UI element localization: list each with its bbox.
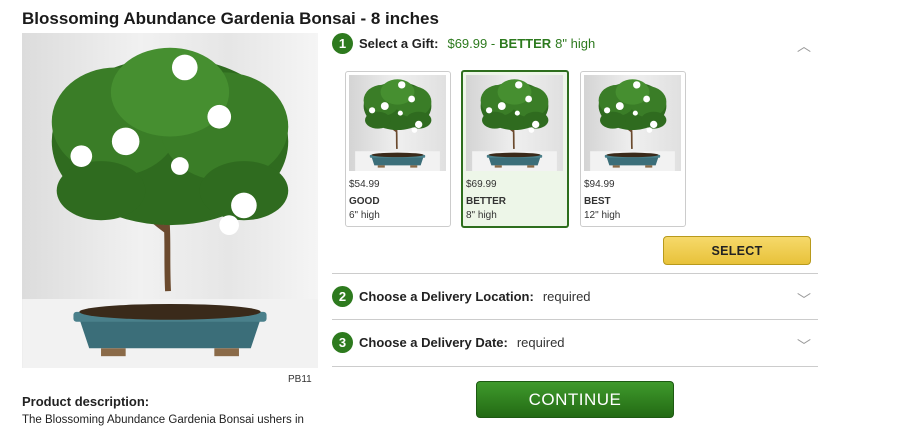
divider xyxy=(332,273,818,274)
step-status: required xyxy=(516,335,565,350)
step-number-badge: 1 xyxy=(332,33,353,54)
divider xyxy=(332,319,818,320)
step-label: Select a Gift: xyxy=(359,36,439,51)
option-price: $54.99 xyxy=(349,179,380,190)
chevron-down-icon[interactable]: ﹀ xyxy=(797,336,811,356)
option-price: $94.99 xyxy=(584,179,615,190)
description-heading: Product description: xyxy=(22,394,150,409)
option-tier: BETTER xyxy=(466,196,506,207)
divider xyxy=(332,366,818,367)
select-button[interactable]: SELECT xyxy=(663,236,811,265)
step-delivery-date-header[interactable]: 3 Choose a Delivery Date: required xyxy=(332,332,565,353)
gift-option-best[interactable]: $94.99 BEST 12" high xyxy=(580,71,686,227)
step-select-gift-header[interactable]: 1 Select a Gift: $69.99 - BETTER 8" high xyxy=(332,33,595,54)
step-number-badge: 2 xyxy=(332,286,353,307)
description-text: The Blossoming Abundance Gardenia Bonsai… xyxy=(22,414,304,426)
chevron-down-icon[interactable]: ﹀ xyxy=(797,290,811,310)
option-thumbnail xyxy=(466,75,563,171)
selected-tier: BETTER xyxy=(499,36,552,51)
option-price: $69.99 xyxy=(466,179,497,190)
product-title: Blossoming Abundance Gardenia Bonsai - 8… xyxy=(22,9,439,28)
option-size: 8" high xyxy=(466,210,497,221)
continue-button[interactable]: CONTINUE xyxy=(476,381,674,418)
chevron-up-icon[interactable]: ︿ xyxy=(797,36,811,56)
option-tier: BEST xyxy=(584,196,611,207)
option-size: 12" high xyxy=(584,210,621,221)
product-sku: PB11 xyxy=(288,374,312,385)
option-tier: GOOD xyxy=(349,196,380,207)
gift-option-good[interactable]: $54.99 GOOD 6" high xyxy=(345,71,451,227)
step-status: required xyxy=(542,289,591,304)
product-main-image[interactable] xyxy=(22,33,318,368)
selected-price: $69.99 - xyxy=(447,36,496,51)
option-thumbnail xyxy=(584,75,681,171)
option-thumbnail xyxy=(349,75,446,171)
step-number-badge: 3 xyxy=(332,332,353,353)
option-size: 6" high xyxy=(349,210,380,221)
step-label: Choose a Delivery Date: xyxy=(359,335,508,350)
gift-option-better[interactable]: $69.99 BETTER 8" high xyxy=(461,70,569,228)
step-label: Choose a Delivery Location: xyxy=(359,289,534,304)
step-delivery-location-header[interactable]: 2 Choose a Delivery Location: required xyxy=(332,286,591,307)
selected-size: 8" high xyxy=(555,36,596,51)
